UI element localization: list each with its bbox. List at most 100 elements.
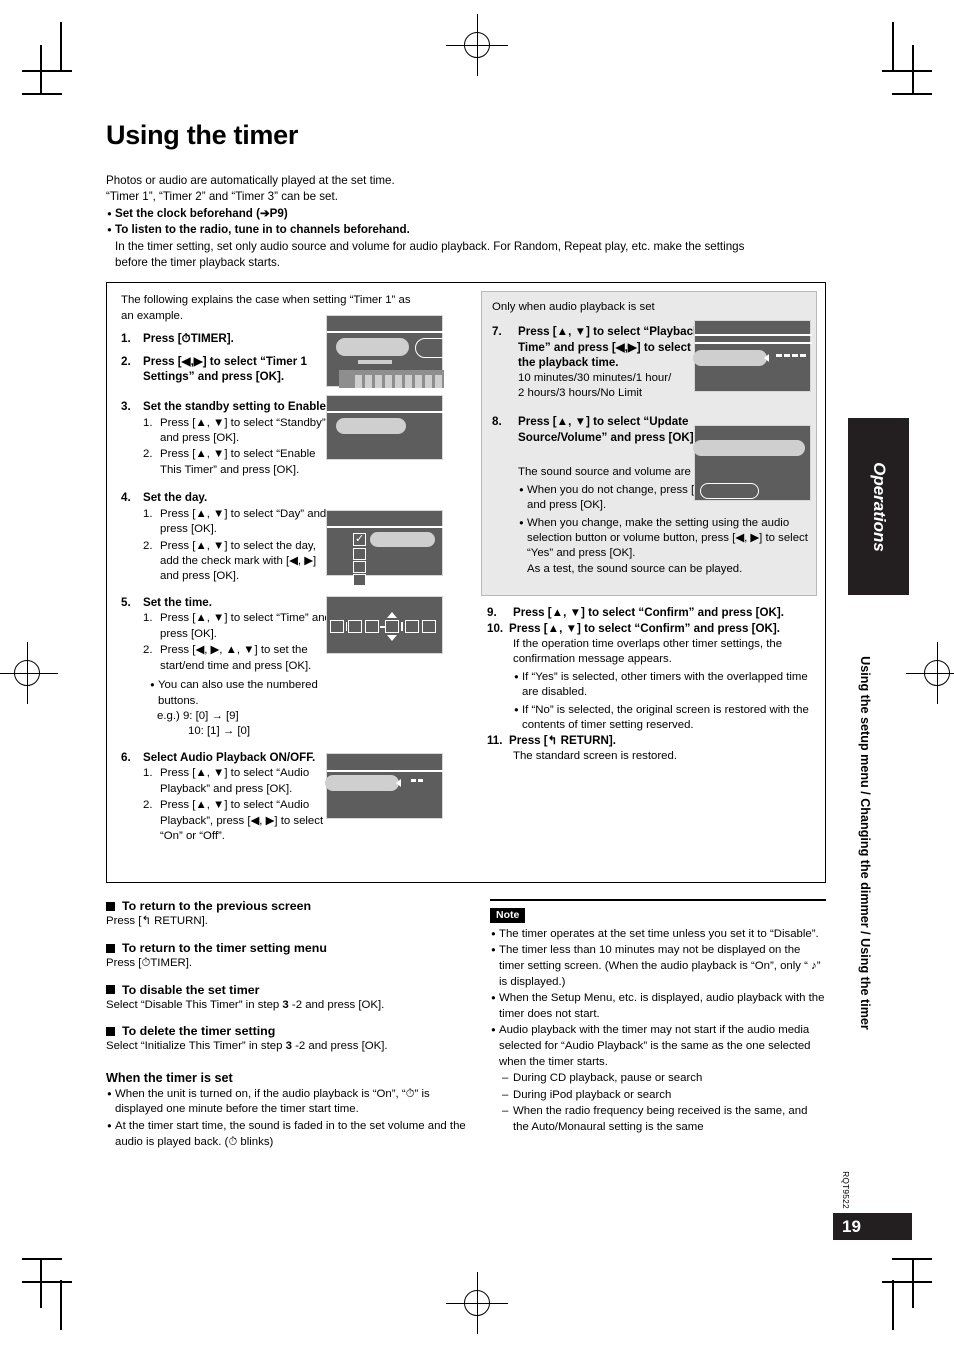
registration-line-left-h [0, 672, 58, 674]
bullet-dot-icon: • [106, 206, 113, 221]
procedure-lead-line-1: The following explains the case when set… [121, 294, 411, 307]
step-6-sub-1-number: 1. [143, 767, 153, 780]
thumbnail-cell [405, 375, 412, 389]
note-bullet-2-text: The timer less than 10 minutes may not b… [499, 944, 821, 988]
outline-pill [700, 483, 759, 500]
step-10-title: Press [▲, ▼] to select “Confirm” and pre… [509, 622, 780, 636]
crop-mark-bl2-h [22, 1258, 62, 1260]
step-8-number: 8. [492, 415, 502, 428]
crop-mark-tr2-v [912, 45, 914, 95]
lower-section: To return to the previous screen Press [… [106, 899, 826, 1150]
step-6-sub-2-text: Press [▲, ▼] to select “Audio Playback”,… [160, 799, 324, 842]
step-6-sub-2-number: 2. [143, 799, 153, 812]
value-dash [411, 779, 416, 783]
step-3: 3. Set the standby setting to Enable. [121, 399, 336, 415]
arrow-down-icon [387, 635, 397, 642]
note-subdash-3-text: When the radio frequency being received … [513, 1105, 808, 1133]
divider-line [327, 770, 444, 772]
step-10-bullet-2: • If “No” is selected, the original scre… [487, 703, 817, 734]
step-9-title: Press [▲, ▼] to select “Confirm” and pre… [513, 606, 784, 620]
step-10-desc: If the operation time overlaps other tim… [513, 637, 783, 666]
checkbox-empty [353, 561, 366, 574]
square-bullet-icon [106, 985, 115, 995]
step-6-sub-2: 2. Press [▲, ▼] to select “Audio Playbac… [143, 798, 336, 844]
manual-page: Using the timer Photos or audio are auto… [0, 0, 954, 1351]
step-6-number: 6. [121, 750, 131, 764]
thumbnail-cell [385, 375, 392, 389]
step-3-number: 3. [121, 400, 131, 414]
tips-column: To return to the previous screen Press [… [106, 899, 478, 1150]
value-dash [792, 354, 798, 358]
crop-mark-tl-h [22, 70, 72, 72]
note-subdash-1: – During CD playback, pause or search [490, 1071, 826, 1087]
document-code: RQT9522 [838, 1160, 854, 1220]
step-1: 1. Press [⏱TIMER]. [121, 331, 336, 347]
tip-3-body-post: -2 and press [OK]. [288, 998, 385, 1011]
step-4-sub-1-number: 1. [143, 507, 153, 520]
note-subdash-3: – When the radio frequency being receive… [490, 1104, 826, 1135]
crop-mark-bl2-v [40, 1258, 42, 1308]
screenshot-update-source-volume [693, 425, 811, 502]
intro-bullet-2-body-2: before the timer playback starts. [115, 256, 280, 270]
time-colon-dot [345, 622, 348, 625]
document-code-label: RQT9522 [841, 1171, 851, 1209]
bullet-dot-icon: • [490, 991, 497, 1006]
step-5-example-2: 10: [1] → [0] [188, 725, 251, 738]
step-4-title: Set the day. [143, 491, 208, 505]
tip-3-heading: To disable the set timer [122, 982, 260, 997]
note-bullet-4: • Audio playback with the timer may not … [490, 1023, 826, 1070]
step-8-bullet-2: • When you change, make the setting usin… [492, 516, 808, 562]
procedure-left-column: The following explains the case when set… [107, 283, 473, 882]
crop-mark-br2-v [912, 1258, 914, 1308]
crop-mark-tr-v [892, 22, 894, 72]
screenshot-time-setting [326, 596, 443, 655]
step-4-sub-2-text: Press [▲, ▼] to select the day, add the … [160, 539, 317, 583]
value-dash [776, 354, 782, 358]
step-10-bullet-1-text: If “Yes” is selected, other timers with … [522, 670, 808, 699]
page-number: 19 [833, 1213, 912, 1240]
section-tab-operations: Operations [848, 418, 909, 595]
divider-line [327, 331, 444, 333]
square-bullet-icon [106, 901, 115, 911]
thumbnail-cell [425, 375, 432, 389]
tip-1-heading-row: To return to the previous screen [106, 899, 478, 913]
when-timer-set-heading: When the timer is set [106, 1070, 233, 1085]
when-timer-bullet-1: • When the unit is turned on, if the aud… [106, 1087, 478, 1118]
step-2-number: 2. [121, 354, 131, 368]
crop-mark-tl2-v [40, 45, 42, 95]
step-11-title: Press [↰ RETURN]. [509, 734, 616, 748]
highlight-pill [325, 775, 399, 792]
when-timer-bullet-1-text: When the unit is turned on, if the audio… [115, 1087, 430, 1116]
divider-line [327, 526, 444, 528]
bullet-dot-icon: • [490, 943, 497, 958]
bullet-dot-icon: • [106, 1119, 113, 1133]
crop-mark-tl-v [60, 22, 62, 72]
step-3-sub-2: 2. Press [▲, ▼] to select “Enable This T… [143, 447, 336, 478]
step-3-sub-2-text: Press [▲, ▼] to select “Enable This Time… [160, 448, 316, 476]
intro-line-2: “Timer 1”, “Timer 2” and “Timer 3” can b… [106, 190, 338, 204]
highlight-pill [336, 338, 409, 357]
step-5-note-text: You can also use the numbered buttons. [158, 679, 318, 707]
note-subdash-2: – During iPod playback or search [490, 1088, 826, 1104]
value-dash [418, 779, 423, 783]
procedure-box: The following explains the case when set… [106, 282, 826, 884]
thumbnail-cell [395, 375, 402, 389]
tip-4-heading-row: To delete the timer setting [106, 1024, 478, 1038]
time-digit-box [422, 620, 436, 634]
step-5-sub-1-text: Press [▲, ▼] to select “Time” and press … [160, 612, 331, 640]
thumbnail-cell [355, 375, 362, 389]
step-7-number: 7. [492, 325, 502, 339]
crop-mark-br-h [882, 1281, 932, 1283]
step-5-note: • You can also use the numbered buttons. [143, 678, 336, 709]
outline-pill [415, 338, 461, 359]
registration-line-right-h [906, 672, 954, 674]
crop-mark-br-v [892, 1280, 894, 1330]
checkbox-empty [353, 574, 366, 587]
audio-playback-panel: Only when audio playback is set 7. Press… [481, 291, 817, 597]
checkbox-empty [353, 548, 366, 561]
time-digit-box [330, 620, 344, 634]
crop-mark-br2-h [892, 1258, 932, 1260]
intro-block: Photos or audio are automatically played… [106, 173, 826, 271]
tip-2-heading-row: To return to the timer setting menu [106, 941, 478, 955]
intro-bullet-1-text: Set the clock beforehand (➔P9) [115, 206, 288, 220]
